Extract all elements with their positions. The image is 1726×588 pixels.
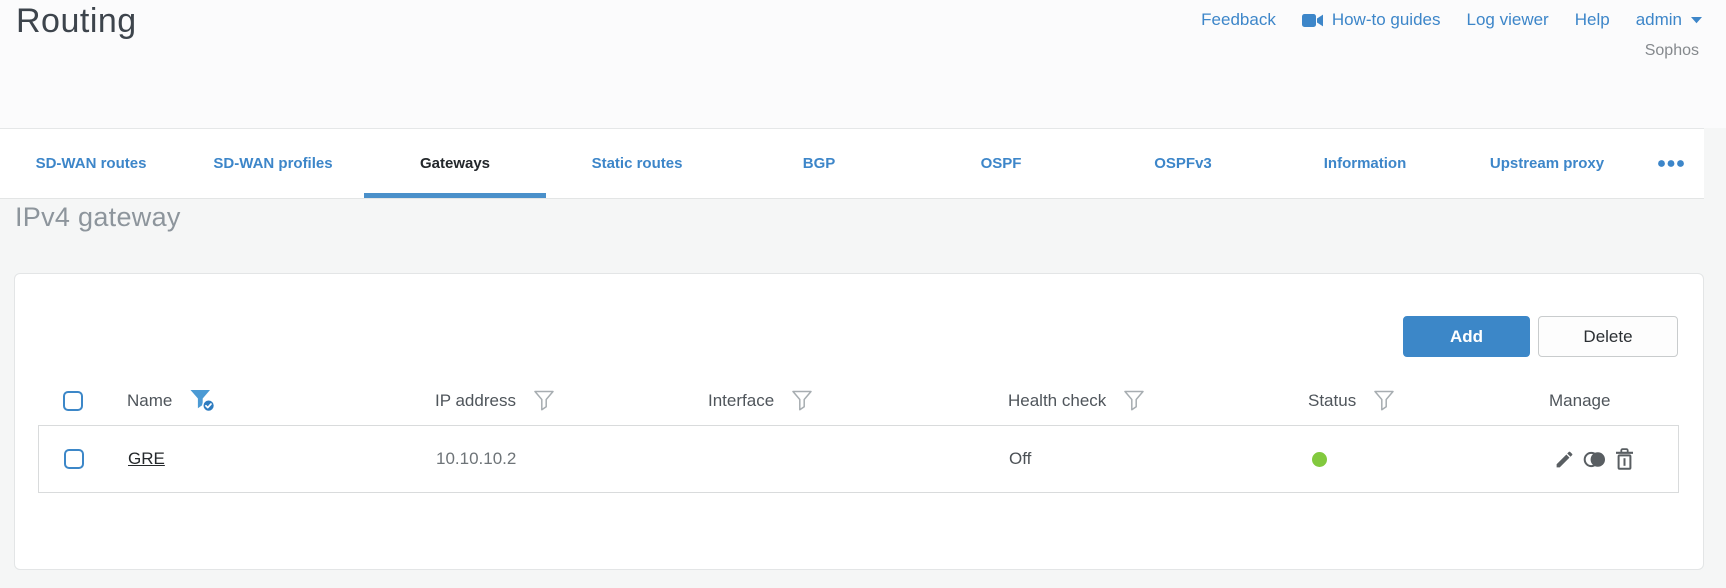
tab-gateways[interactable]: Gateways xyxy=(364,129,546,198)
gateway-name-link[interactable]: GRE xyxy=(128,449,165,469)
table-header: Name IP address Interface Health check S… xyxy=(38,376,1679,425)
clone-icon[interactable] xyxy=(1583,449,1607,470)
tab-ospfv3[interactable]: OSPFv3 xyxy=(1092,129,1274,198)
status-indicator-green xyxy=(1312,451,1327,467)
row-actions xyxy=(1554,448,1634,470)
gateway-health-check: Off xyxy=(1009,449,1032,468)
filter-active-icon[interactable] xyxy=(190,389,216,413)
add-button[interactable]: Add xyxy=(1403,316,1530,357)
top-links: Feedback How-to guides Log viewer Help a… xyxy=(1201,10,1703,30)
delete-icon[interactable] xyxy=(1615,448,1634,470)
column-header-interface[interactable]: Interface xyxy=(708,391,774,411)
tab-bar: SD-WAN routes SD-WAN profiles Gateways S… xyxy=(0,128,1704,199)
feedback-link[interactable]: Feedback xyxy=(1201,10,1276,30)
edit-icon[interactable] xyxy=(1554,449,1575,470)
filter-icon[interactable] xyxy=(534,390,554,412)
column-header-health-check[interactable]: Health check xyxy=(1008,391,1106,411)
column-header-status[interactable]: Status xyxy=(1308,391,1356,411)
tenant-label: Sophos xyxy=(1644,42,1699,59)
tab-information[interactable]: Information xyxy=(1274,129,1456,198)
help-link[interactable]: Help xyxy=(1575,10,1610,30)
help-label: Help xyxy=(1574,10,1610,29)
top-header: Routing Feedback How-to guides Log viewe… xyxy=(0,0,1726,128)
section-title: IPv4 gateway xyxy=(15,202,181,232)
howto-guides-link[interactable]: How-to guides xyxy=(1301,10,1441,30)
filter-icon[interactable] xyxy=(792,390,812,412)
delete-button[interactable]: Delete xyxy=(1538,316,1678,357)
gateway-ip-address: 10.10.10.2 xyxy=(436,449,517,468)
tab-upstream-proxy[interactable]: Upstream proxy xyxy=(1456,129,1638,198)
select-all-checkbox[interactable] xyxy=(63,390,83,411)
log-viewer-link[interactable]: Log viewer xyxy=(1467,10,1549,30)
table-row: GRE 10.10.10.2 Off xyxy=(39,426,1678,492)
video-camera-icon xyxy=(1301,13,1324,28)
column-header-manage: Manage xyxy=(1549,390,1611,410)
filter-icon[interactable] xyxy=(1374,390,1394,412)
table-body: GRE 10.10.10.2 Off xyxy=(38,425,1679,493)
tab-sd-wan-routes[interactable]: SD-WAN routes xyxy=(0,129,182,198)
admin-menu-button[interactable]: admin xyxy=(1636,10,1703,30)
filter-icon[interactable] xyxy=(1124,390,1145,412)
howto-guides-label: How-to guides xyxy=(1331,10,1441,29)
routing-page: Routing Feedback How-to guides Log viewe… xyxy=(0,0,1726,588)
caret-down-icon xyxy=(1690,16,1703,24)
feedback-label: Feedback xyxy=(1201,10,1276,29)
column-header-ip-address[interactable]: IP address xyxy=(435,391,516,411)
ellipsis-icon xyxy=(1657,155,1685,173)
tab-static-routes[interactable]: Static routes xyxy=(546,129,728,198)
column-header-name[interactable]: Name xyxy=(127,391,172,411)
admin-label: admin xyxy=(1635,10,1682,29)
ipv4-gateway-panel: Add Delete Name IP address Interface Hea… xyxy=(14,273,1704,570)
tab-bgp[interactable]: BGP xyxy=(728,129,910,198)
row-checkbox[interactable] xyxy=(64,449,84,469)
tab-sd-wan-profiles[interactable]: SD-WAN profiles xyxy=(182,129,364,198)
log-viewer-label: Log viewer xyxy=(1466,10,1549,29)
more-tabs-button[interactable] xyxy=(1638,129,1704,198)
tab-ospf[interactable]: OSPF xyxy=(910,129,1092,198)
page-title: Routing xyxy=(16,2,137,40)
